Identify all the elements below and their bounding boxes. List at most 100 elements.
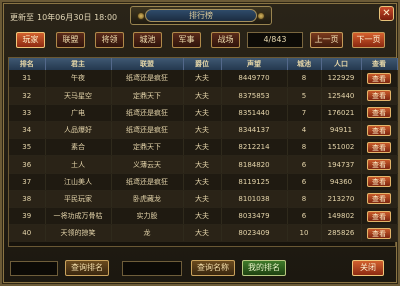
lord-name-cell: 平民玩家: [45, 190, 112, 209]
view-button[interactable]: 查看: [367, 141, 391, 153]
title-cell: 大夫: [183, 190, 222, 209]
table-row: 36 土人 义薄云天 大夫 8184820 6 194737 查看: [9, 155, 398, 174]
lord-name-cell: 土人: [45, 155, 112, 174]
alliance-cell: 纸鸢还是疯狂: [111, 70, 184, 88]
rank-cell: 34: [9, 121, 46, 140]
table-row: 32 天马星空 定鼎天下 大夫 8375853 5 125440 查看: [9, 87, 398, 105]
close-icon[interactable]: ✕: [379, 6, 394, 21]
close-button[interactable]: 关闭: [352, 260, 384, 276]
tab-cities[interactable]: 城池: [133, 32, 162, 48]
cities-cell: 10: [287, 224, 322, 243]
cities-cell: 6: [287, 207, 322, 226]
cities-cell: 8: [287, 138, 322, 157]
column-header: 城池: [287, 58, 322, 70]
title-cell: 大夫: [183, 173, 222, 191]
tab-battlefield[interactable]: 战场: [211, 32, 240, 48]
lord-name-cell: 素合: [45, 138, 112, 157]
cities-cell: 6: [287, 155, 322, 174]
view-button[interactable]: 查看: [367, 176, 391, 188]
tab-generals[interactable]: 将领: [95, 32, 124, 48]
population-cell: 94360: [321, 173, 362, 191]
prestige-cell: 8212214: [221, 138, 288, 157]
title-cell: 大夫: [183, 121, 222, 140]
table-row: 33 广电 纸鸢还是疯狂 大夫 8351440 7 176021 查看: [9, 104, 398, 123]
rank-cell: 31: [9, 70, 46, 88]
prestige-cell: 8449770: [221, 70, 288, 88]
column-header: 排名: [9, 58, 46, 70]
prestige-cell: 8375853: [221, 87, 288, 105]
lord-name-cell: 人品爆好: [45, 121, 112, 140]
view-button[interactable]: 查看: [367, 159, 391, 171]
view-button[interactable]: 查看: [367, 107, 391, 119]
title-cell: 大夫: [183, 104, 222, 123]
view-cell: 查看: [361, 190, 398, 209]
window-title: 排行榜: [145, 9, 257, 22]
alliance-cell: 纸鸢还是疯狂: [111, 173, 184, 191]
rank-search-input[interactable]: [10, 261, 58, 276]
title-cell: 大夫: [183, 207, 222, 226]
title-cell: 大夫: [183, 155, 222, 174]
update-label: 更新至: [10, 13, 34, 22]
view-button[interactable]: 查看: [367, 227, 391, 239]
view-button[interactable]: 查看: [367, 124, 391, 136]
prestige-cell: 8101038: [221, 190, 288, 209]
table-row: 39 一将功成万骨枯 实力股 大夫 8033479 6 149802 查看: [9, 207, 398, 226]
column-header: 人口: [321, 58, 362, 70]
column-header: 联盟: [111, 58, 184, 70]
update-time: 10年06月30日 18:00: [37, 13, 118, 22]
view-cell: 查看: [361, 224, 398, 243]
view-cell: 查看: [361, 87, 398, 105]
view-cell: 查看: [361, 104, 398, 123]
my-rank-button[interactable]: 我的排名: [242, 260, 286, 276]
next-page-button[interactable]: 下一页: [352, 32, 385, 48]
alliance-cell: 纸鸢还是疯狂: [111, 104, 184, 123]
table-row: 34 人品爆好 纸鸢还是疯狂 大夫 8344137 4 94911 查看: [9, 121, 398, 140]
prev-page-button[interactable]: 上一页: [310, 32, 343, 48]
column-header: 查看: [361, 58, 398, 70]
prestige-cell: 8344137: [221, 121, 288, 140]
cities-cell: 6: [287, 173, 322, 191]
population-cell: 285826: [321, 224, 362, 243]
table-row: 40 天领的掠笑龙大夫 8023409 10 285826 查看: [9, 224, 398, 243]
alliance-cell: 实力股: [111, 207, 184, 226]
name-search-input[interactable]: [122, 261, 182, 276]
rank-cell: 35: [9, 138, 46, 157]
table-row: 35 素合 定鼎天下 大夫 8212214 8 151002 查看: [9, 138, 398, 157]
alliance-cell: 卧虎藏龙: [111, 190, 184, 209]
view-cell: 查看: [361, 207, 398, 226]
tab-players[interactable]: 玩家: [16, 32, 45, 48]
lord-name-cell: 江山美人: [45, 173, 112, 191]
alliance-cell: 义薄云天: [111, 155, 184, 174]
prestige-cell: 8023409: [221, 224, 288, 243]
view-button[interactable]: 查看: [367, 90, 391, 102]
population-cell: 94911: [321, 121, 362, 140]
column-header: 声望: [221, 58, 288, 70]
lord-name-cell: 天领的掠笑: [45, 224, 112, 243]
tab-alliances[interactable]: 联盟: [56, 32, 85, 48]
prestige-cell: 8351440: [221, 104, 288, 123]
title-cell: 大夫: [183, 138, 222, 157]
cities-cell: 8: [287, 70, 322, 88]
alliance-cell: 龙: [111, 224, 184, 243]
ornament-knob-icon: [257, 12, 265, 20]
view-button[interactable]: 查看: [367, 210, 391, 222]
cities-cell: 4: [287, 121, 322, 140]
tab-military[interactable]: 军事: [172, 32, 201, 48]
title-cell: 大夫: [183, 224, 222, 243]
rank-cell: 40: [9, 224, 46, 243]
column-header: 爵位: [183, 58, 222, 70]
view-cell: 查看: [361, 138, 398, 157]
query-rank-button[interactable]: 查询排名: [65, 260, 109, 276]
view-button[interactable]: 查看: [367, 72, 391, 84]
view-button[interactable]: 查看: [367, 193, 391, 205]
view-cell: 查看: [361, 121, 398, 140]
rank-cell: 39: [9, 207, 46, 226]
population-cell: 122929: [321, 70, 362, 88]
rank-cell: 37: [9, 173, 46, 191]
title-plaque: 排行榜: [130, 6, 272, 25]
query-name-button[interactable]: 查询名称: [191, 260, 235, 276]
population-cell: 125440: [321, 87, 362, 105]
ranking-table: 排名 君主 联盟 爵位 声望 城池 人口 查看 31 午夜 纸鸢还是疯狂 大夫 8449…: [8, 57, 398, 247]
alliance-cell: 定鼎天下: [111, 138, 184, 157]
ranking-window: 更新至 10年06月30日 18:00 排行榜 ✕ 玩家 联盟 将领 城池 军事 …: [0, 0, 400, 286]
